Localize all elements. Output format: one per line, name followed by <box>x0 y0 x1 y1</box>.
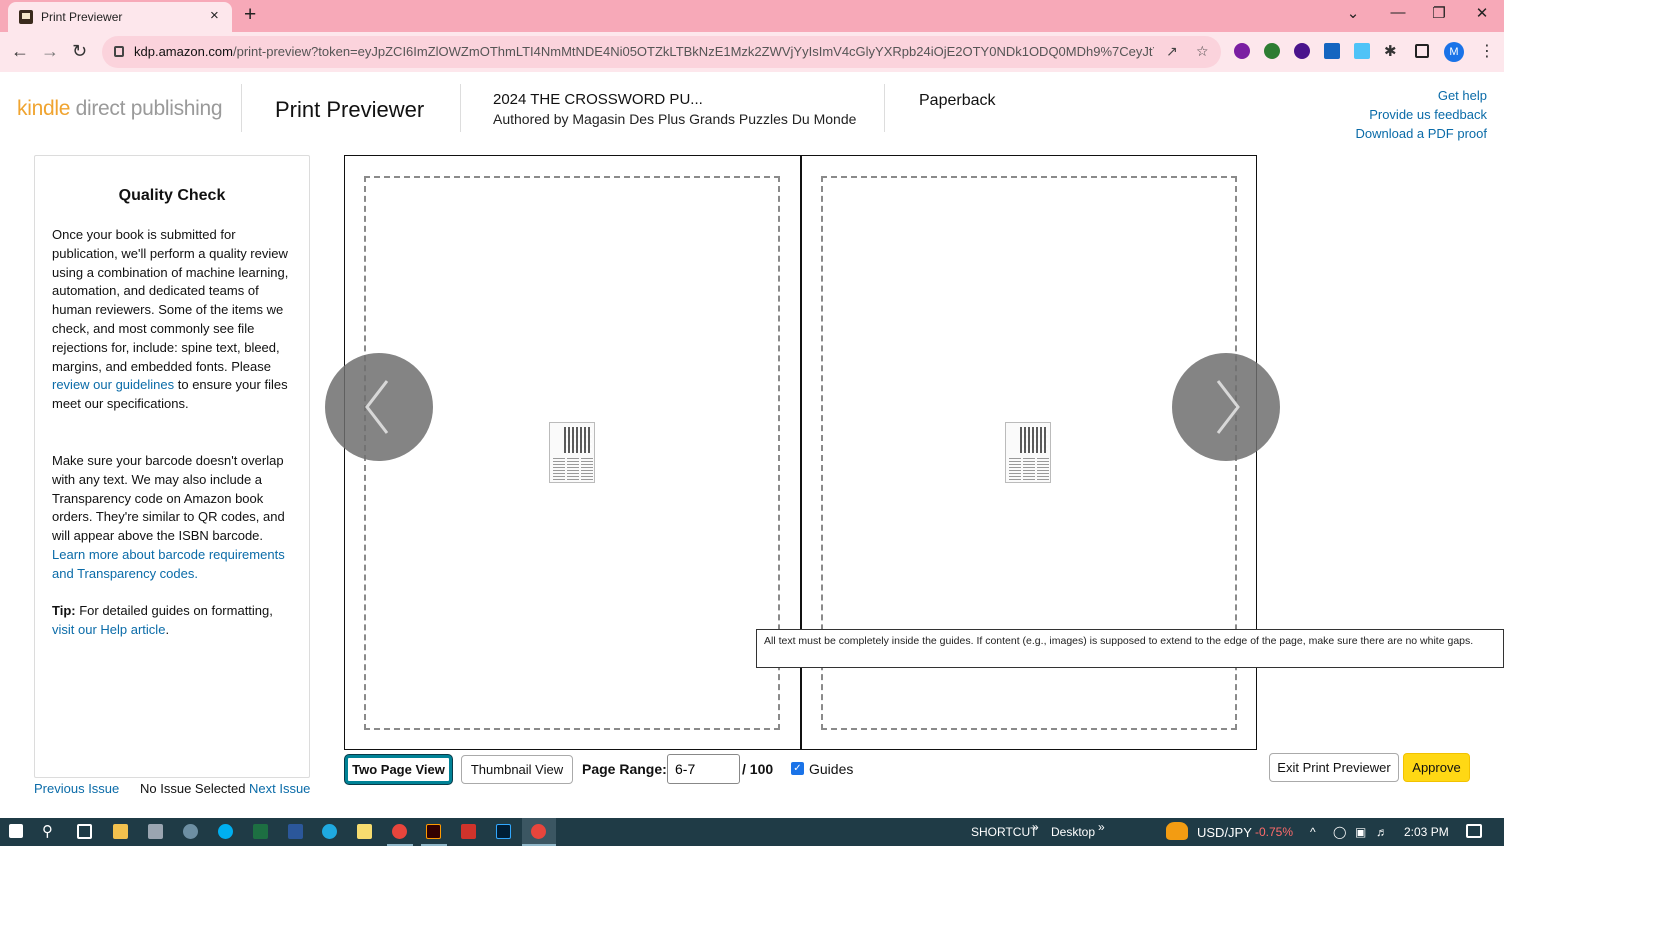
app-icon[interactable] <box>183 824 198 839</box>
chevron-icon[interactable]: » <box>1032 820 1039 834</box>
back-arrow-icon[interactable]: ← <box>11 41 29 62</box>
illustrator-icon[interactable] <box>426 824 441 839</box>
side-panel-icon[interactable] <box>1415 44 1429 58</box>
close-window-button[interactable]: ✕ <box>1467 4 1497 22</box>
chevron-left-icon <box>365 380 389 434</box>
acrobat-icon[interactable] <box>461 824 476 839</box>
restore-window-button[interactable]: ❐ <box>1424 4 1454 22</box>
book-title: 2024 THE CROSSWORD PU... <box>493 91 703 108</box>
page-total: / 100 <box>742 761 774 777</box>
currency-pair[interactable]: USD/JPY <box>1197 825 1252 840</box>
header-divider <box>241 84 242 132</box>
issue-status: No Issue Selected <box>140 781 246 796</box>
next-issue-link[interactable]: Next Issue <box>249 781 310 796</box>
task-view-icon[interactable] <box>77 824 92 839</box>
share-icon[interactable]: ↗ <box>1166 43 1178 60</box>
header-divider <box>884 84 885 132</box>
tab-close-icon[interactable]: × <box>210 7 219 24</box>
calculator-icon[interactable] <box>148 824 163 839</box>
review-guidelines-link[interactable]: review our guidelines <box>52 377 174 392</box>
currency-widget-icon[interactable] <box>1166 822 1188 840</box>
quality-check-panel: Quality Check Once your book is submitte… <box>34 155 310 778</box>
address-bar[interactable]: kdp.amazon.com/print-preview?token=eyJpZ… <box>102 36 1221 68</box>
thumbnail-view-button[interactable]: Thumbnail View <box>461 755 573 784</box>
windows-taskbar: ⚲ SHORTCUT » Desktop » USD/JPY -0.75% ^ … <box>0 818 1504 846</box>
browser-menu-icon[interactable]: ⋮ <box>1479 41 1495 61</box>
extension-image-icon[interactable] <box>1354 43 1370 59</box>
extension-purple-icon[interactable] <box>1234 43 1250 59</box>
page-title: Print Previewer <box>275 97 425 122</box>
book-author: Authored by Magasin Des Plus Grands Puzz… <box>493 111 857 127</box>
quality-check-title: Quality Check <box>118 187 226 204</box>
download-pdf-proof-link[interactable]: Download a PDF proof <box>1355 126 1487 141</box>
currency-change: -0.75% <box>1255 825 1294 839</box>
tab-title: Print Previewer <box>41 10 123 24</box>
guides-label[interactable]: Guides <box>809 761 853 777</box>
notes-icon[interactable] <box>357 824 372 839</box>
feedback-link[interactable]: Provide us feedback <box>1369 107 1487 122</box>
show-hidden-icons-icon[interactable]: ^ <box>1310 825 1316 839</box>
photoshop-icon[interactable] <box>496 824 511 839</box>
forward-arrow-icon[interactable]: → <box>41 41 59 62</box>
browser-tab[interactable]: Print Previewer × <box>8 2 232 32</box>
url-text: kdp.amazon.com/print-preview?token=eyJpZ… <box>134 44 1154 59</box>
chevron-right-icon <box>1216 380 1240 434</box>
reload-icon[interactable]: ↻ <box>72 41 87 62</box>
help-article-link[interactable]: visit our Help article <box>52 622 165 637</box>
minimize-window-button[interactable]: — <box>1383 4 1413 21</box>
quality-check-paragraph: Once your book is submitted for publicat… <box>52 227 289 412</box>
new-tab-button[interactable]: + <box>244 3 256 27</box>
tab-search-icon[interactable]: ⌄ <box>1338 4 1368 22</box>
lock-icon <box>114 46 124 57</box>
header-divider <box>460 84 461 132</box>
guides-checkbox[interactable]: ✓ <box>791 762 804 775</box>
left-page-content <box>549 422 595 483</box>
exit-print-previewer-button[interactable]: Exit Print Previewer <box>1269 753 1399 782</box>
guides-tooltip: All text must be completely inside the g… <box>756 629 1504 668</box>
browser-tab-strip: Print Previewer × + ⌄ — ❐ ✕ <box>0 0 1504 32</box>
excel-icon[interactable] <box>253 824 268 839</box>
extension-chart-icon[interactable] <box>1324 43 1340 59</box>
desktop-toolbar[interactable]: Desktop <box>1051 825 1095 839</box>
chrome-icon[interactable] <box>392 824 407 839</box>
shortcut-toolbar[interactable]: SHORTCUT <box>971 825 1037 839</box>
sync-icon[interactable]: ◯ <box>1333 825 1346 839</box>
word-icon[interactable] <box>288 824 303 839</box>
edge-icon[interactable] <box>322 824 337 839</box>
bookmark-star-icon[interactable]: ☆ <box>1196 43 1209 60</box>
skype-icon[interactable] <box>218 824 233 839</box>
barcode-requirements-link[interactable]: Learn more about barcode requirements an… <box>52 547 285 581</box>
page-range-label: Page Range: <box>582 761 667 777</box>
extension-t-icon[interactable] <box>1294 43 1310 59</box>
profile-avatar[interactable]: M <box>1444 42 1464 62</box>
kdp-favicon-icon <box>19 10 33 24</box>
chevron-icon[interactable]: » <box>1098 820 1105 834</box>
chrome-active-icon[interactable] <box>531 824 546 839</box>
extension-green-icon[interactable] <box>1264 43 1280 59</box>
search-icon[interactable]: ⚲ <box>42 822 53 840</box>
tip-paragraph: Tip: For detailed guides on formatting, … <box>52 603 273 637</box>
network-icon[interactable]: ▣ <box>1355 825 1366 839</box>
volume-icon[interactable]: ♬ <box>1376 825 1388 839</box>
windows-start-icon[interactable] <box>9 824 23 838</box>
page-range-input[interactable] <box>667 754 740 784</box>
browser-toolbar: ← → ↻ kdp.amazon.com/print-preview?token… <box>0 32 1504 72</box>
clock[interactable]: 2:03 PM <box>1404 825 1449 839</box>
right-page-content <box>1005 422 1051 483</box>
approve-button[interactable]: Approve <box>1403 753 1470 782</box>
barcode-paragraph: Make sure your barcode doesn't overlap w… <box>52 453 285 581</box>
get-help-link[interactable]: Get help <box>1438 88 1487 103</box>
previous-issue-link[interactable]: Previous Issue <box>34 781 119 796</box>
two-page-view-button[interactable]: Two Page View <box>345 755 452 784</box>
extensions-puzzle-icon[interactable]: ✱ <box>1384 42 1397 60</box>
book-format: Paperback <box>919 92 996 109</box>
next-page-button[interactable] <box>1172 353 1280 461</box>
previous-page-button[interactable] <box>325 353 433 461</box>
file-explorer-icon[interactable] <box>113 824 128 839</box>
notifications-icon[interactable] <box>1466 824 1482 838</box>
kdp-logo[interactable]: kindle direct publishing <box>17 97 223 121</box>
